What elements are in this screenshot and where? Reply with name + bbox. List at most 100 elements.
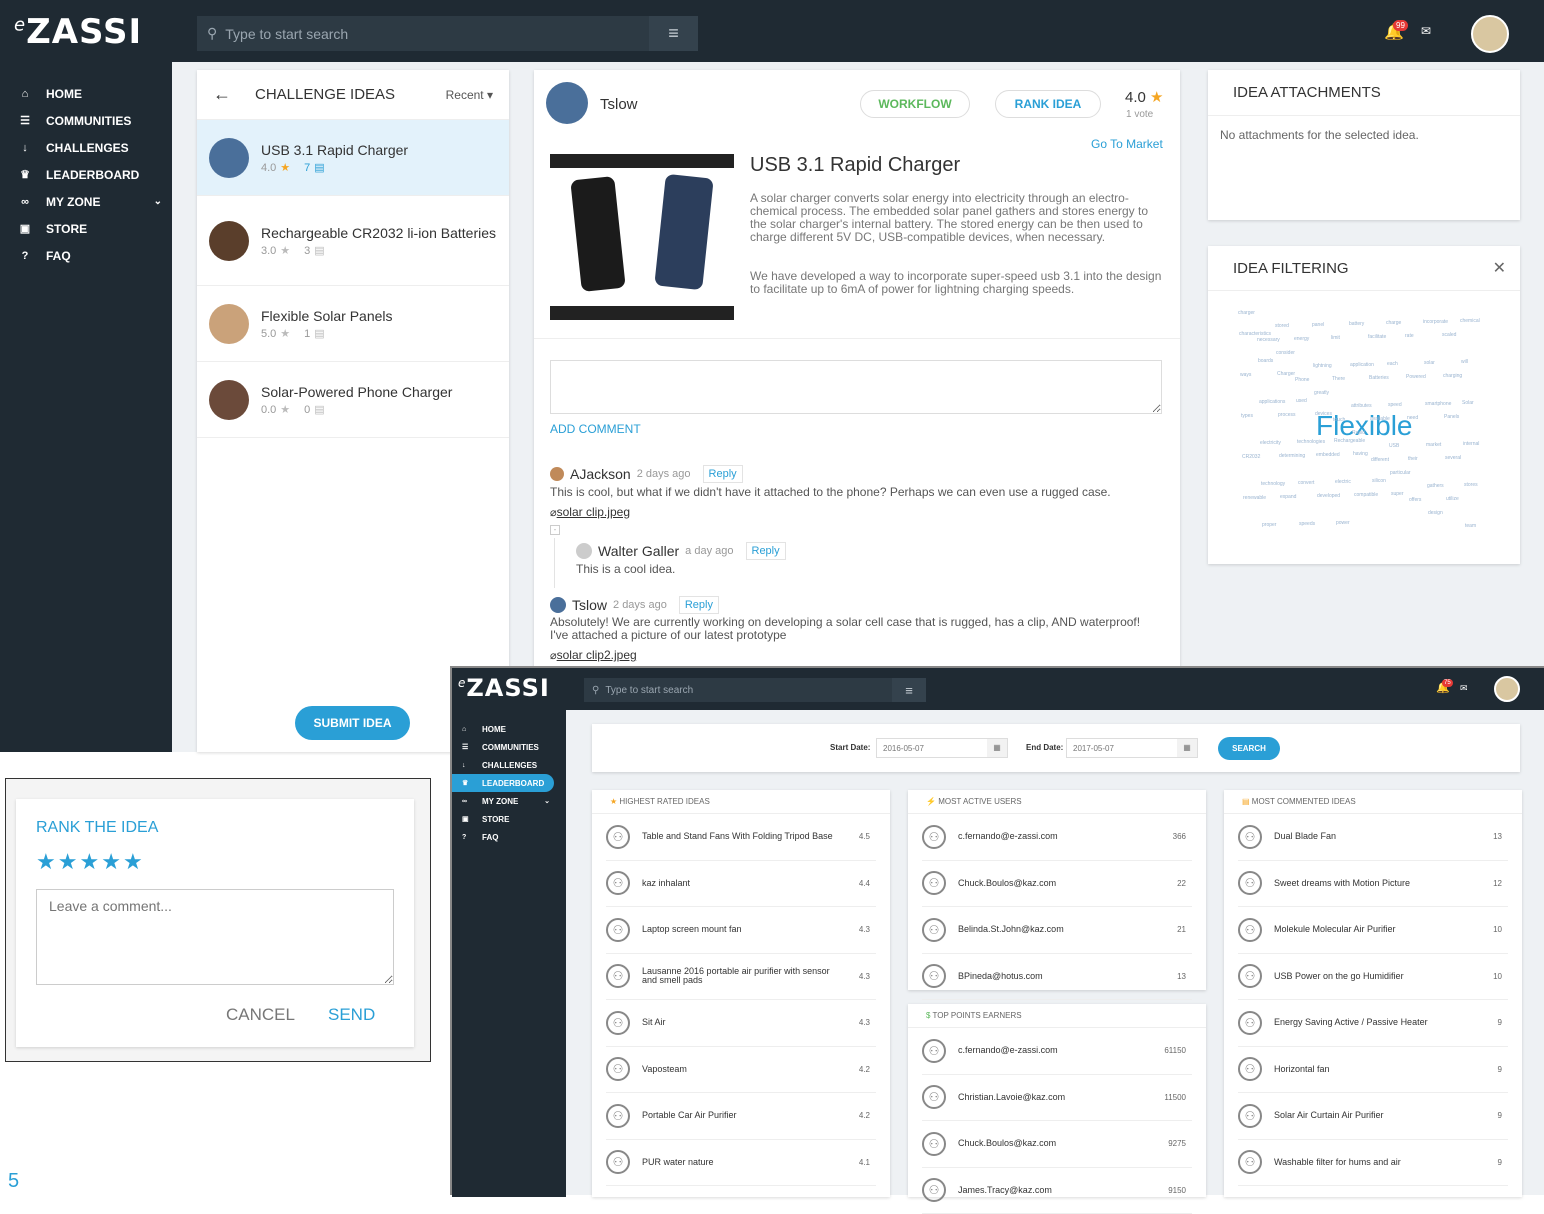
- word-cloud-word[interactable]: Charger: [1277, 371, 1295, 377]
- word-cloud-word[interactable]: power: [1336, 520, 1350, 526]
- word-cloud-word[interactable]: embedded: [1316, 452, 1340, 458]
- leaderboard-row[interactable]: ⚇PUR water nature4.1: [606, 1140, 876, 1187]
- commenter-name[interactable]: Tslow: [572, 597, 607, 613]
- word-cloud-word[interactable]: boards: [1258, 358, 1273, 364]
- word-cloud-word[interactable]: applications: [1259, 399, 1285, 405]
- word-cloud-word[interactable]: stores: [1464, 482, 1478, 488]
- leaderboard-row[interactable]: ⚇Energy Saving Active / Passive Heater9: [1238, 1000, 1508, 1047]
- word-cloud-word[interactable]: necessary: [1257, 337, 1280, 343]
- word-cloud-word[interactable]: charge: [1386, 320, 1401, 326]
- leaderboard-row[interactable]: ⚇Chuck.Boulos@kaz.com22: [922, 861, 1192, 908]
- collapse-toggle[interactable]: -: [550, 525, 560, 535]
- word-cloud-word[interactable]: types: [1241, 413, 1253, 419]
- word-cloud-word[interactable]: particular: [1390, 470, 1411, 476]
- leaderboard-row[interactable]: ⚇Vaposteam4.2: [606, 1047, 876, 1094]
- app-logo[interactable]: eZASSI: [14, 12, 142, 52]
- word-cloud-word[interactable]: devices: [1315, 411, 1332, 417]
- word-cloud-word[interactable]: speeds: [1299, 521, 1315, 527]
- word-cloud-word[interactable]: stored: [1275, 323, 1289, 329]
- word-cloud-word[interactable]: scaled: [1442, 332, 1456, 338]
- word-cloud-word[interactable]: There: [1332, 376, 1345, 382]
- search-input[interactable]: Type to start search: [225, 26, 348, 42]
- lb-sidebar-item-home[interactable]: ⌂HOME: [452, 720, 554, 738]
- idea-list-item[interactable]: Flexible Solar Panels5.0★1▤: [197, 286, 509, 362]
- leaderboard-row[interactable]: ⚇Belinda.St.John@kaz.com21: [922, 907, 1192, 954]
- lb-sidebar-item-leaderboard[interactable]: ♛LEADERBOARD: [452, 774, 554, 792]
- back-arrow-icon[interactable]: ←: [213, 84, 231, 105]
- leaderboard-row[interactable]: ⚇James.Tracy@kaz.com9150: [922, 1168, 1192, 1214]
- lb-app-logo[interactable]: eZASSI: [458, 674, 550, 702]
- leaderboard-row[interactable]: ⚇Table and Stand Fans With Folding Tripo…: [606, 814, 876, 861]
- leaderboard-row[interactable]: ⚇Portable Car Air Purifier4.2: [606, 1093, 876, 1140]
- word-cloud-word[interactable]: lightning: [1313, 363, 1332, 369]
- end-date-input[interactable]: 2017-05-07▦: [1066, 738, 1198, 758]
- sidebar-item-leaderboard[interactable]: ♛LEADERBOARD: [0, 161, 172, 188]
- word-cloud-word[interactable]: proper: [1262, 522, 1276, 528]
- leaderboard-row[interactable]: ⚇Sit Air4.3: [606, 1000, 876, 1047]
- word-cloud-word[interactable]: attributes: [1351, 403, 1372, 409]
- leaderboard-row[interactable]: ⚇Solar Air Curtain Air Purifier9: [1238, 1093, 1508, 1140]
- word-cloud-word[interactable]: incorporate: [1423, 319, 1448, 325]
- word-cloud-word[interactable]: ways: [1240, 372, 1251, 378]
- lb-menu-button[interactable]: ≡: [892, 678, 926, 702]
- word-cloud[interactable]: Flexible chargerstoredpanelbatterycharge…: [1228, 306, 1498, 546]
- word-cloud-word[interactable]: electricity: [1260, 440, 1281, 446]
- idea-list-item[interactable]: Solar-Powered Phone Charger0.0★0▤: [197, 362, 509, 438]
- lb-sidebar-item-communities[interactable]: ☰COMMUNITIES: [452, 738, 554, 756]
- commenter-name[interactable]: AJackson: [570, 466, 631, 482]
- search-button[interactable]: SEARCH: [1218, 737, 1280, 760]
- word-cloud-word[interactable]: market: [1426, 442, 1441, 448]
- comment-textarea[interactable]: [550, 360, 1162, 414]
- chevron-down-icon[interactable]: ⌄: [544, 797, 550, 805]
- word-cloud-word[interactable]: super: [1391, 491, 1404, 497]
- commenter-name[interactable]: Walter Galler: [598, 543, 679, 559]
- sidebar-item-home[interactable]: ⌂HOME: [0, 80, 172, 107]
- lb-search-input[interactable]: Type to start search: [605, 685, 693, 696]
- chevron-down-icon[interactable]: ⌄: [154, 196, 162, 207]
- word-cloud-word[interactable]: charging: [1443, 373, 1462, 379]
- leaderboard-row[interactable]: ⚇c.fernando@e-zassi.com366: [922, 814, 1192, 861]
- sidebar-item-store[interactable]: ▣STORE: [0, 215, 172, 242]
- word-cloud-word[interactable]: process: [1278, 412, 1296, 418]
- word-cloud-word[interactable]: consider: [1276, 350, 1295, 356]
- word-cloud-word[interactable]: charger: [1238, 310, 1255, 316]
- attachment-link[interactable]: solar clip2.jpeg: [557, 648, 637, 662]
- word-cloud-word[interactable]: utilize: [1446, 496, 1459, 502]
- mail-icon[interactable]: ✉: [1421, 24, 1431, 38]
- word-cloud-word[interactable]: rate: [1405, 333, 1414, 339]
- reply-button[interactable]: Reply: [703, 465, 743, 483]
- word-cloud-word[interactable]: speed: [1388, 402, 1402, 408]
- sort-dropdown[interactable]: Recent ▾: [446, 88, 493, 102]
- sidebar-item-communities[interactable]: ☰COMMUNITIES: [0, 107, 172, 134]
- leaderboard-row[interactable]: ⚇c.fernando@e-zassi.com61150: [922, 1028, 1192, 1075]
- leaderboard-row[interactable]: ⚇Laptop screen mount fan4.3: [606, 907, 876, 954]
- word-cloud-word[interactable]: Solar: [1462, 400, 1474, 406]
- idea-list-item[interactable]: USB 3.1 Rapid Charger4.0★7▤: [197, 120, 509, 196]
- star-rating[interactable]: ★★★★★: [36, 849, 145, 875]
- word-cloud-word[interactable]: electric: [1335, 479, 1351, 485]
- lb-sidebar-item-store[interactable]: ▣STORE: [452, 810, 554, 828]
- word-cloud-word[interactable]: compatible: [1354, 492, 1378, 498]
- sidebar-item-my-zone[interactable]: ∞MY ZONE⌄: [0, 188, 172, 215]
- lb-sidebar-item-faq[interactable]: ?FAQ: [452, 828, 554, 846]
- rank-comment-input[interactable]: [36, 889, 394, 985]
- workflow-button[interactable]: WORKFLOW: [860, 90, 970, 118]
- word-cloud-word[interactable]: technology: [1261, 481, 1285, 487]
- menu-toggle-button[interactable]: ≡: [649, 16, 698, 51]
- leaderboard-row[interactable]: ⚇USB Power on the go Humidifier10: [1238, 954, 1508, 1001]
- leaderboard-row[interactable]: ⚇Lausanne 2016 portable air purifier wit…: [606, 954, 876, 1001]
- word-cloud-word[interactable]: battery: [1349, 321, 1364, 327]
- leaderboard-row[interactable]: ⚇Chuck.Boulos@kaz.com9275: [922, 1121, 1192, 1168]
- lb-user-avatar[interactable]: [1494, 676, 1520, 702]
- word-cloud-word[interactable]: offers: [1409, 497, 1421, 503]
- word-cloud-word[interactable]: smartphone: [1425, 401, 1451, 407]
- mail-icon[interactable]: ✉: [1460, 683, 1468, 694]
- leaderboard-row[interactable]: ⚇BPineda@hotus.com13: [922, 954, 1192, 1001]
- word-cloud-word[interactable]: Phone: [1295, 377, 1309, 383]
- word-cloud-word[interactable]: Rapid: [1352, 430, 1365, 436]
- word-cloud-word[interactable]: facilitate: [1368, 334, 1386, 340]
- word-cloud-word[interactable]: team: [1465, 523, 1476, 529]
- word-cloud-word[interactable]: energy: [1294, 336, 1309, 342]
- close-icon[interactable]: ✕: [1493, 258, 1506, 278]
- word-cloud-word[interactable]: having: [1353, 451, 1368, 457]
